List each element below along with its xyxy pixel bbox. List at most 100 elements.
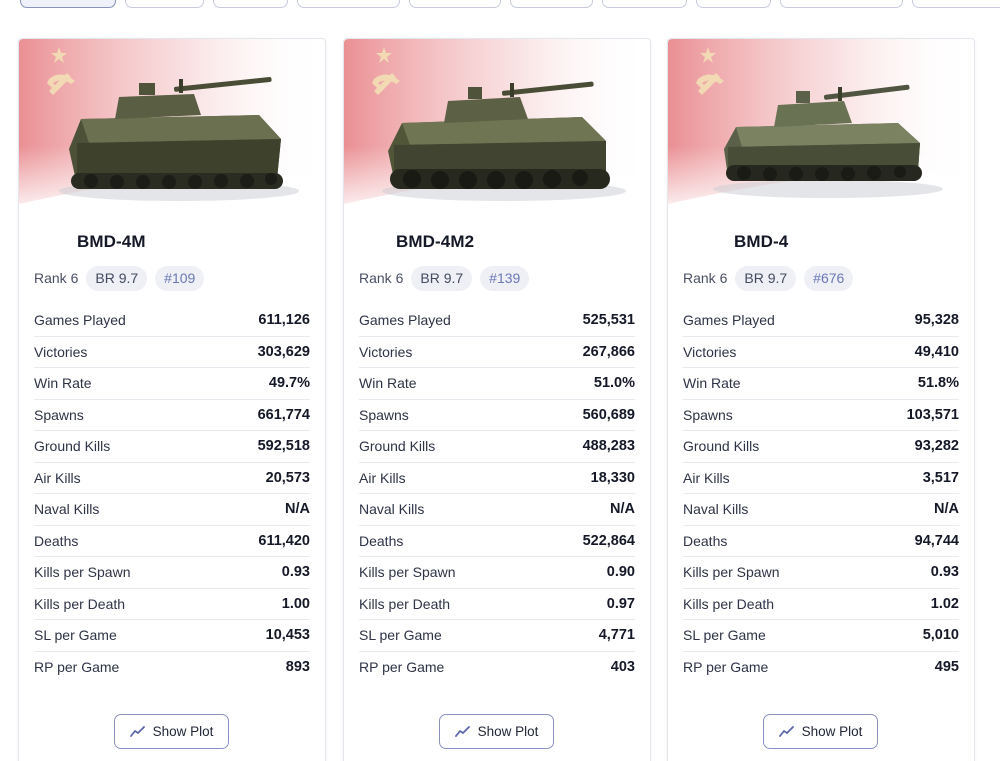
show-plot-button[interactable]: Show Plot	[439, 714, 554, 749]
stat-label: Kills per Spawn	[683, 564, 780, 581]
vehicle-name: BMD-4M	[77, 232, 146, 251]
stat-row-sl-per-game: SL per Game 5,010	[683, 620, 959, 652]
stat-value: 0.93	[930, 564, 959, 581]
line-chart-icon	[454, 726, 470, 737]
stat-label: SL per Game	[683, 627, 766, 644]
stat-row-kills-per-spawn: Kills per Spawn 0.90	[359, 557, 635, 589]
tab-10[interactable]	[912, 0, 1000, 8]
vehicle-image	[19, 39, 325, 217]
stat-value: 403	[610, 659, 635, 676]
stat-value: 303,629	[257, 343, 310, 360]
vehicle-card: BMD-4M Rank 6 BR 9.7 #109 Games Played 61…	[18, 38, 326, 761]
stat-label: Ground Kills	[359, 438, 436, 455]
stat-value: 10,453	[265, 627, 310, 644]
tab-strip	[0, 0, 1000, 8]
stat-label: Kills per Spawn	[34, 564, 131, 581]
stat-label: Victories	[359, 343, 413, 360]
show-plot-label: Show Plot	[477, 724, 539, 739]
stat-label: Deaths	[359, 532, 404, 549]
stat-row-kills-per-death: Kills per Death 0.97	[359, 589, 635, 620]
br-badge: BR 9.7	[411, 265, 473, 291]
vehicle-name: BMD-4M2	[396, 232, 475, 251]
stat-label: RP per Game	[34, 659, 120, 676]
tab-5[interactable]	[409, 0, 501, 8]
stat-row-kills-per-spawn: Kills per Spawn 0.93	[34, 557, 310, 589]
tab-4[interactable]	[297, 0, 400, 8]
stat-row-kills-per-spawn: Kills per Spawn 0.93	[683, 557, 959, 589]
stat-label: Naval Kills	[34, 501, 100, 518]
show-plot-button[interactable]: Show Plot	[114, 714, 229, 749]
stat-row-naval-kills: Naval Kills N/A	[683, 494, 959, 526]
tab-1[interactable]	[20, 0, 116, 8]
stat-label: RP per Game	[359, 659, 445, 676]
tab-2[interactable]	[125, 0, 204, 8]
stat-value: N/A	[934, 501, 959, 518]
stat-value: 3,517	[922, 469, 959, 486]
stat-value: 5,010	[922, 627, 959, 644]
stat-label: Win Rate	[34, 375, 92, 392]
stat-label: Air Kills	[683, 469, 730, 486]
stat-label: Games Played	[34, 312, 126, 329]
show-plot-button[interactable]: Show Plot	[763, 714, 878, 749]
line-chart-icon	[778, 726, 794, 737]
rank-label: Rank 6	[34, 270, 79, 286]
stat-row-naval-kills: Naval Kills N/A	[34, 494, 310, 526]
tab-9[interactable]	[780, 0, 903, 8]
stats-table: Games Played 95,328 Victories 49,410 Win R…	[683, 305, 959, 683]
vehicle-tags: Rank 6 BR 9.7 #139	[359, 265, 537, 291]
stat-label: Spawns	[359, 406, 409, 423]
br-badge: BR 9.7	[86, 265, 148, 291]
stat-label: Kills per Death	[359, 595, 451, 612]
stat-row-naval-kills: Naval Kills N/A	[359, 494, 635, 526]
stat-value: 1.00	[281, 595, 310, 612]
stat-value: 18,330	[590, 469, 635, 486]
stat-value: 93,282	[914, 438, 959, 455]
stat-row-victories: Victories 267,866	[359, 337, 635, 368]
tab-3[interactable]	[213, 0, 288, 8]
tab-8[interactable]	[696, 0, 771, 8]
stat-row-ground-kills: Ground Kills 592,518	[34, 431, 310, 463]
stat-label: Games Played	[359, 312, 451, 329]
position-badge[interactable]: #109	[155, 265, 205, 291]
tab-7[interactable]	[602, 0, 687, 8]
stat-label: Kills per Spawn	[359, 564, 456, 581]
stat-value: 95,328	[914, 312, 959, 329]
stats-table: Games Played 525,531 Victories 267,866 Win…	[359, 305, 635, 683]
stat-row-spawns: Spawns 560,689	[359, 400, 635, 431]
stat-value: 488,283	[582, 438, 635, 455]
tab-6[interactable]	[510, 0, 593, 8]
stat-label: RP per Game	[683, 659, 769, 676]
stat-label: Naval Kills	[683, 501, 749, 518]
stat-value: 103,571	[906, 406, 959, 423]
vehicle-image	[668, 39, 974, 217]
stat-label: SL per Game	[34, 627, 117, 644]
stat-label: Win Rate	[359, 375, 417, 392]
stat-row-win-rate: Win Rate 51.0%	[359, 368, 635, 400]
stat-value: 0.93	[281, 564, 310, 581]
stat-value: 267,866	[582, 343, 635, 360]
stat-value: 495	[934, 659, 959, 676]
stat-label: Air Kills	[359, 469, 406, 486]
stat-value: 560,689	[582, 406, 635, 423]
stat-row-games-played: Games Played 525,531	[359, 305, 635, 337]
stat-value: 661,774	[257, 406, 310, 423]
stat-label: Victories	[34, 343, 88, 360]
stat-label: Ground Kills	[34, 438, 111, 455]
stat-label: Deaths	[683, 532, 728, 549]
stat-value: 0.90	[606, 564, 635, 581]
stat-label: SL per Game	[359, 627, 442, 644]
stat-value: 51.0%	[593, 375, 635, 392]
stat-row-deaths: Deaths 522,864	[359, 526, 635, 557]
line-chart-icon	[129, 726, 145, 737]
stat-row-rp-per-game: RP per Game 403	[359, 652, 635, 684]
stat-value: 893	[285, 659, 310, 676]
stat-value: 525,531	[582, 312, 635, 329]
stat-label: Kills per Death	[683, 595, 775, 612]
stats-table: Games Played 611,126 Victories 303,629 Win…	[34, 305, 310, 683]
stat-row-air-kills: Air Kills 20,573	[34, 463, 310, 494]
stat-label: Games Played	[683, 312, 775, 329]
position-badge[interactable]: #676	[804, 265, 854, 291]
stat-value: 0.97	[606, 595, 635, 612]
stat-row-air-kills: Air Kills 3,517	[683, 463, 959, 494]
position-badge[interactable]: #139	[480, 265, 530, 291]
